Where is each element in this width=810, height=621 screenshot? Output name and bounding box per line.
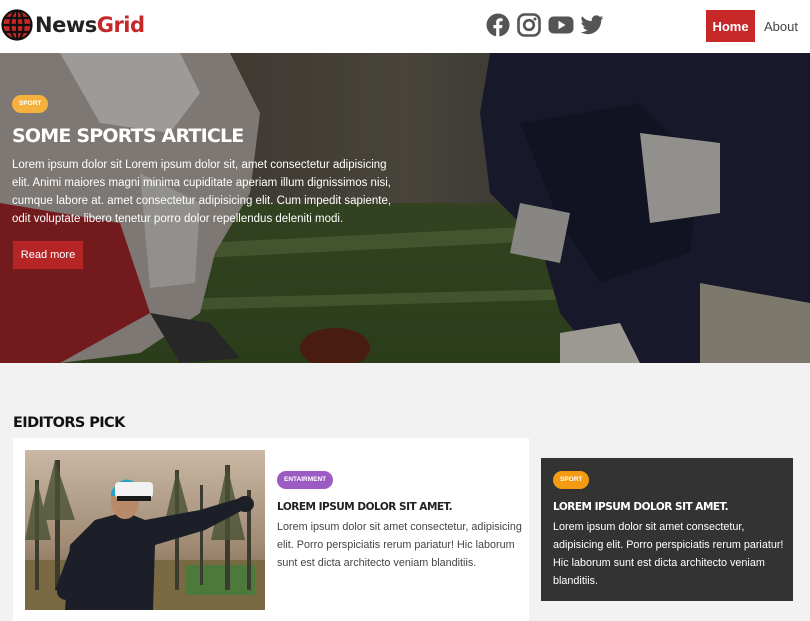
section-title: Eiditors Pick — [13, 415, 125, 431]
article-thumbnail[interactable] — [25, 450, 265, 610]
site-name: NewsGrid — [35, 13, 145, 37]
site-logo[interactable]: NewsGrid — [1, 9, 145, 41]
article-title[interactable]: Lorem ipsum dolor sit amet. — [553, 501, 729, 513]
youtube-icon[interactable] — [548, 13, 574, 37]
twitter-icon[interactable] — [580, 13, 604, 37]
article-excerpt: Lorem ipsum dolor sit amet consectetur, … — [553, 521, 784, 587]
article-title[interactable]: Lorem ipsum dolor sit amet. — [277, 501, 453, 513]
nav-about-link[interactable]: About — [764, 19, 798, 34]
featured-article-card[interactable]: Entairment Lorem ipsum dolor sit amet. L… — [13, 438, 529, 621]
nav-home-link[interactable]: Home — [706, 10, 755, 42]
vr-player-image — [25, 450, 265, 610]
article-excerpt: Lorem ipsum dolor sit amet consectetur, … — [277, 521, 522, 569]
category-badge[interactable]: Entairment — [277, 471, 334, 489]
main-nav: Home About — [706, 10, 798, 42]
site-header: NewsGrid Home About — [0, 0, 810, 53]
hero-category-badge[interactable]: Sport — [12, 95, 49, 113]
globe-icon — [1, 9, 33, 41]
category-badge[interactable]: Sport — [553, 471, 590, 489]
instagram-icon[interactable] — [517, 13, 541, 37]
side-article-card[interactable]: Sport Lorem ipsum dolor sit amet. Lorem … — [541, 458, 793, 601]
read-more-button[interactable]: Read more — [13, 241, 83, 269]
hero-excerpt: Lorem ipsum dolor sit Lorem ipsum dolor … — [12, 159, 392, 225]
social-links — [486, 13, 611, 37]
hero-banner[interactable]: Sport Some Sports Article Lorem ipsum do… — [0, 53, 810, 363]
hero-title[interactable]: Some Sports Article — [12, 125, 244, 147]
facebook-icon[interactable] — [486, 13, 510, 37]
